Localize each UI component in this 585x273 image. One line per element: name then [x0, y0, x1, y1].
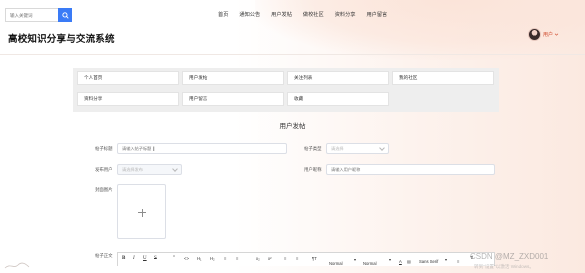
avatar[interactable] — [528, 28, 541, 41]
background-color-button[interactable]: ▤ — [407, 259, 411, 264]
chevron-down-icon: ▾ — [354, 257, 357, 262]
cover-image-upload[interactable] — [117, 184, 166, 239]
publisher-select[interactable]: 请选择发布 — [117, 164, 182, 175]
signature-doodle-icon — [4, 262, 30, 269]
code-button[interactable]: <> — [184, 256, 189, 261]
top-nav: 首页 通知公告 用户发帖 做校社区 资料分享 用户留言 — [218, 11, 398, 18]
font-select[interactable]: Sans Serif — [419, 259, 438, 264]
menu-item-my-community[interactable]: 我的社区 — [392, 71, 494, 85]
text-cursor-icon: I — [153, 147, 155, 153]
publisher-label: 发布用户 — [95, 167, 113, 172]
csdn-watermark: CSDN @MZ_ZXD001 — [470, 252, 549, 261]
post-type-placeholder: 请选择 — [331, 146, 344, 151]
nav-resource-share[interactable]: 资料分享 — [335, 11, 356, 18]
menu-item-personal-home[interactable]: 个人首页 — [77, 71, 179, 85]
publisher-placeholder: 请选择发布 — [122, 167, 143, 172]
search-bar — [5, 8, 72, 22]
nickname-input[interactable] — [326, 164, 495, 175]
editor-toolbar: B I U S ” <> H₁ H₂ ≡ ≡ x₂ x² ≡ ≡ ¶T Norm… — [117, 252, 495, 266]
outdent-button[interactable]: ≡ — [284, 256, 286, 261]
underline-button[interactable]: U — [143, 256, 147, 261]
nav-user-posts[interactable]: 用户发帖 — [271, 11, 292, 18]
italic-button[interactable]: I — [133, 256, 135, 261]
header-select[interactable]: Normal — [363, 261, 377, 266]
chevron-down-icon: ▾ — [445, 257, 448, 262]
chevron-down-icon — [379, 145, 385, 151]
search-icon — [61, 11, 69, 19]
plus-icon-vertical — [141, 208, 143, 217]
user-menu-panel: 个人首页 用户发帖 关注列表 我的社区 资料分享 用户留言 收藏 — [73, 68, 499, 112]
subscript-button[interactable]: x₂ — [256, 256, 260, 261]
bullet-list-button[interactable]: ≡ — [236, 256, 238, 261]
chevron-down-icon — [172, 166, 178, 172]
user-name[interactable]: 用户 — [543, 31, 553, 38]
size-select[interactable]: Normal — [329, 261, 343, 266]
nav-messages[interactable]: 用户留言 — [366, 11, 387, 18]
menu-item-follow-list[interactable]: 关注列表 — [287, 71, 389, 85]
font-color-button[interactable]: A — [399, 259, 402, 264]
menu-item-resource-share[interactable]: 资料分享 — [77, 92, 179, 106]
header-divider — [0, 54, 585, 55]
nickname-label: 用户昵称 — [304, 167, 322, 172]
search-input[interactable] — [5, 8, 58, 22]
text-direction-button[interactable]: ¶T — [312, 256, 317, 261]
bold-button[interactable]: B — [122, 256, 125, 261]
search-button[interactable] — [58, 8, 72, 22]
superscript-button[interactable]: x² — [268, 256, 272, 261]
heading2-button[interactable]: H₂ — [210, 256, 215, 261]
strike-button[interactable]: S — [154, 256, 157, 261]
nav-home[interactable]: 首页 — [218, 11, 228, 18]
menu-item-user-posts[interactable]: 用户发帖 — [182, 71, 284, 85]
form-title: 用户发帖 — [279, 123, 306, 130]
heading1-button[interactable]: H₁ — [197, 256, 201, 261]
nav-community[interactable]: 做校社区 — [303, 11, 324, 18]
cover-image-label: 封面图片 — [95, 187, 113, 192]
content-label: 帖子正文 — [95, 253, 113, 258]
site-title: 高校知识分享与交流系统 — [8, 34, 115, 45]
post-title-label: 帖子标题 — [95, 146, 113, 151]
windows-activation-notice: 转到"设置"以激活 Windows。 — [474, 264, 534, 269]
align-button[interactable]: ≡ — [457, 259, 459, 264]
chevron-down-icon — [554, 33, 559, 36]
user-menu[interactable]: 用户 — [528, 28, 559, 41]
menu-item-messages[interactable]: 用户留言 — [182, 92, 284, 106]
blockquote-button[interactable]: ” — [173, 256, 175, 261]
post-title-input[interactable] — [117, 143, 287, 154]
post-type-label: 帖子类型 — [304, 146, 322, 151]
post-type-select[interactable]: 请选择 — [326, 143, 389, 154]
nav-notices[interactable]: 通知公告 — [239, 11, 260, 18]
ordered-list-button[interactable]: ≡ — [224, 256, 226, 261]
menu-item-favorites[interactable]: 收藏 — [287, 92, 389, 106]
indent-button[interactable]: ≡ — [296, 256, 298, 261]
chevron-down-icon: ▾ — [389, 257, 392, 262]
